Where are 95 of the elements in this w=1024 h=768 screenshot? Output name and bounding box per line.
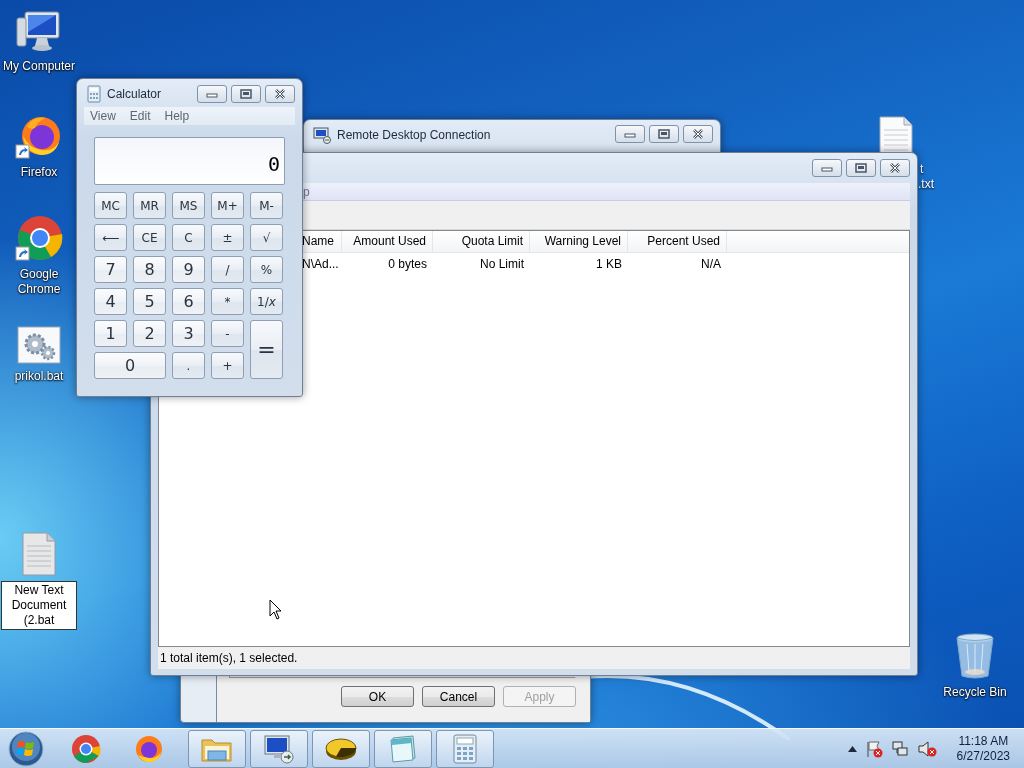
calculator-key[interactable]: . — [172, 352, 205, 379]
speaker-muted-icon[interactable] — [916, 739, 937, 758]
monitor-icon — [263, 733, 295, 764]
icon-label: New Text Document (2.bat — [1, 581, 77, 630]
calculator-key[interactable]: + — [211, 352, 244, 379]
minimize-button[interactable] — [197, 85, 227, 103]
up-arrow-icon — [847, 745, 857, 752]
table-cell-text: 0 bytes — [387, 256, 428, 271]
firefox-icon — [133, 733, 163, 764]
close-icon — [273, 88, 287, 100]
gear-file-icon — [17, 326, 61, 364]
calculator-key[interactable]: / — [211, 256, 244, 283]
close-icon — [888, 162, 902, 174]
start-button[interactable] — [5, 729, 47, 768]
calculator-key[interactable]: CE — [133, 224, 166, 251]
calculator-icon — [87, 85, 101, 103]
notepad-icon — [387, 733, 419, 764]
close-icon — [691, 128, 705, 140]
clock-time: 11:18 AM — [958, 733, 1009, 749]
icon-label: Google Chrome — [16, 267, 62, 297]
table-cell-text: No Limit — [479, 256, 525, 271]
close-button[interactable] — [683, 125, 713, 143]
calculator-key[interactable]: - — [211, 320, 244, 347]
maximize-button[interactable] — [231, 85, 261, 103]
table-cell-text: N\Ad... — [301, 256, 340, 271]
calculator-key[interactable]: % — [250, 256, 283, 283]
close-button[interactable] — [265, 85, 295, 103]
calculator-key[interactable]: 1 — [94, 320, 127, 347]
calculator-key[interactable]: * — [211, 288, 244, 315]
menu-item[interactable]: Edit — [129, 109, 151, 123]
calculator-key[interactable]: 8 — [133, 256, 166, 283]
calculator-key[interactable]: = — [250, 320, 283, 379]
window-title: Remote Desktop Connection — [337, 128, 492, 142]
recycle-bin-icon — [955, 632, 995, 680]
calculator-key[interactable]: 9 — [172, 256, 205, 283]
network-icon[interactable] — [890, 739, 909, 758]
calculator-icon — [452, 733, 478, 764]
maximize-icon — [657, 128, 671, 140]
column-header[interactable]: Warning Level — [530, 231, 628, 252]
flag-icon[interactable] — [864, 739, 883, 758]
taskbar-button[interactable] — [312, 729, 370, 768]
icon-label: .txt — [918, 177, 934, 192]
calculator-key[interactable]: M- — [250, 192, 283, 219]
calculator-key[interactable]: 0 — [94, 352, 166, 379]
icon-label: My Computer — [2, 59, 76, 74]
calculator-key[interactable]: 5 — [133, 288, 166, 315]
close-button[interactable] — [880, 159, 910, 177]
monitor-icon — [313, 126, 331, 144]
calculator-key[interactable]: 6 — [172, 288, 205, 315]
menu-item[interactable]: View — [90, 109, 116, 123]
calculator-key[interactable]: MS — [172, 192, 205, 219]
dialog-button[interactable]: OK — [341, 686, 414, 707]
clock-date: 6/27/2023 — [956, 748, 1010, 764]
pie-chart-icon — [324, 735, 358, 762]
icon-label: t — [920, 162, 924, 177]
minimize-button[interactable] — [615, 125, 645, 143]
table-cell-text: N/A — [700, 256, 722, 271]
chrome-icon — [15, 214, 63, 262]
calculator-key[interactable]: 3 — [172, 320, 205, 347]
windows-logo-icon — [8, 730, 44, 767]
column-header[interactable]: Quota Limit — [433, 231, 530, 252]
calculator-key[interactable]: 4 — [94, 288, 127, 315]
maximize-button[interactable] — [649, 125, 679, 143]
maximize-button[interactable] — [846, 159, 876, 177]
column-header[interactable]: Amount Used — [342, 231, 433, 252]
calculator-key[interactable]: 2 — [133, 320, 166, 347]
calculator-key[interactable]: C — [172, 224, 205, 251]
calculator-display: 0 — [94, 137, 285, 185]
calculator-key[interactable]: MR — [133, 192, 166, 219]
dialog-button[interactable]: Cancel — [422, 686, 495, 707]
menu-item[interactable]: p — [303, 184, 310, 199]
taskbar-button[interactable] — [250, 729, 308, 768]
menu-item[interactable]: Help — [164, 109, 190, 123]
show-hidden-icons-button[interactable] — [847, 745, 857, 752]
status-text: 1 total item(s), 1 selected. — [160, 651, 298, 665]
maximize-icon — [239, 88, 253, 100]
table-cell-text: 1 KB — [595, 256, 623, 271]
calculator-key[interactable]: 1/x — [250, 288, 283, 315]
chrome-icon — [71, 733, 101, 764]
calculator-key[interactable]: √ — [250, 224, 283, 251]
calculator-key[interactable]: ± — [211, 224, 244, 251]
calculator-key[interactable]: 7 — [94, 256, 127, 283]
computer-icon — [15, 10, 63, 54]
window-title: Calculator — [107, 87, 163, 101]
column-header[interactable]: Percent Used — [628, 231, 727, 252]
icon-label: prikol.bat — [13, 369, 65, 384]
calculator-key[interactable]: MC — [94, 192, 127, 219]
maximize-icon — [854, 162, 868, 174]
mouse-pointer-icon — [269, 599, 283, 621]
minimize-button[interactable] — [812, 159, 842, 177]
icon-label: Recycle Bin — [942, 685, 1008, 700]
text-file-icon — [22, 532, 56, 576]
calculator-key[interactable]: M+ — [211, 192, 244, 219]
calculator-key[interactable]: ⟵ — [94, 224, 127, 251]
icon-label: Firefox — [19, 165, 59, 180]
